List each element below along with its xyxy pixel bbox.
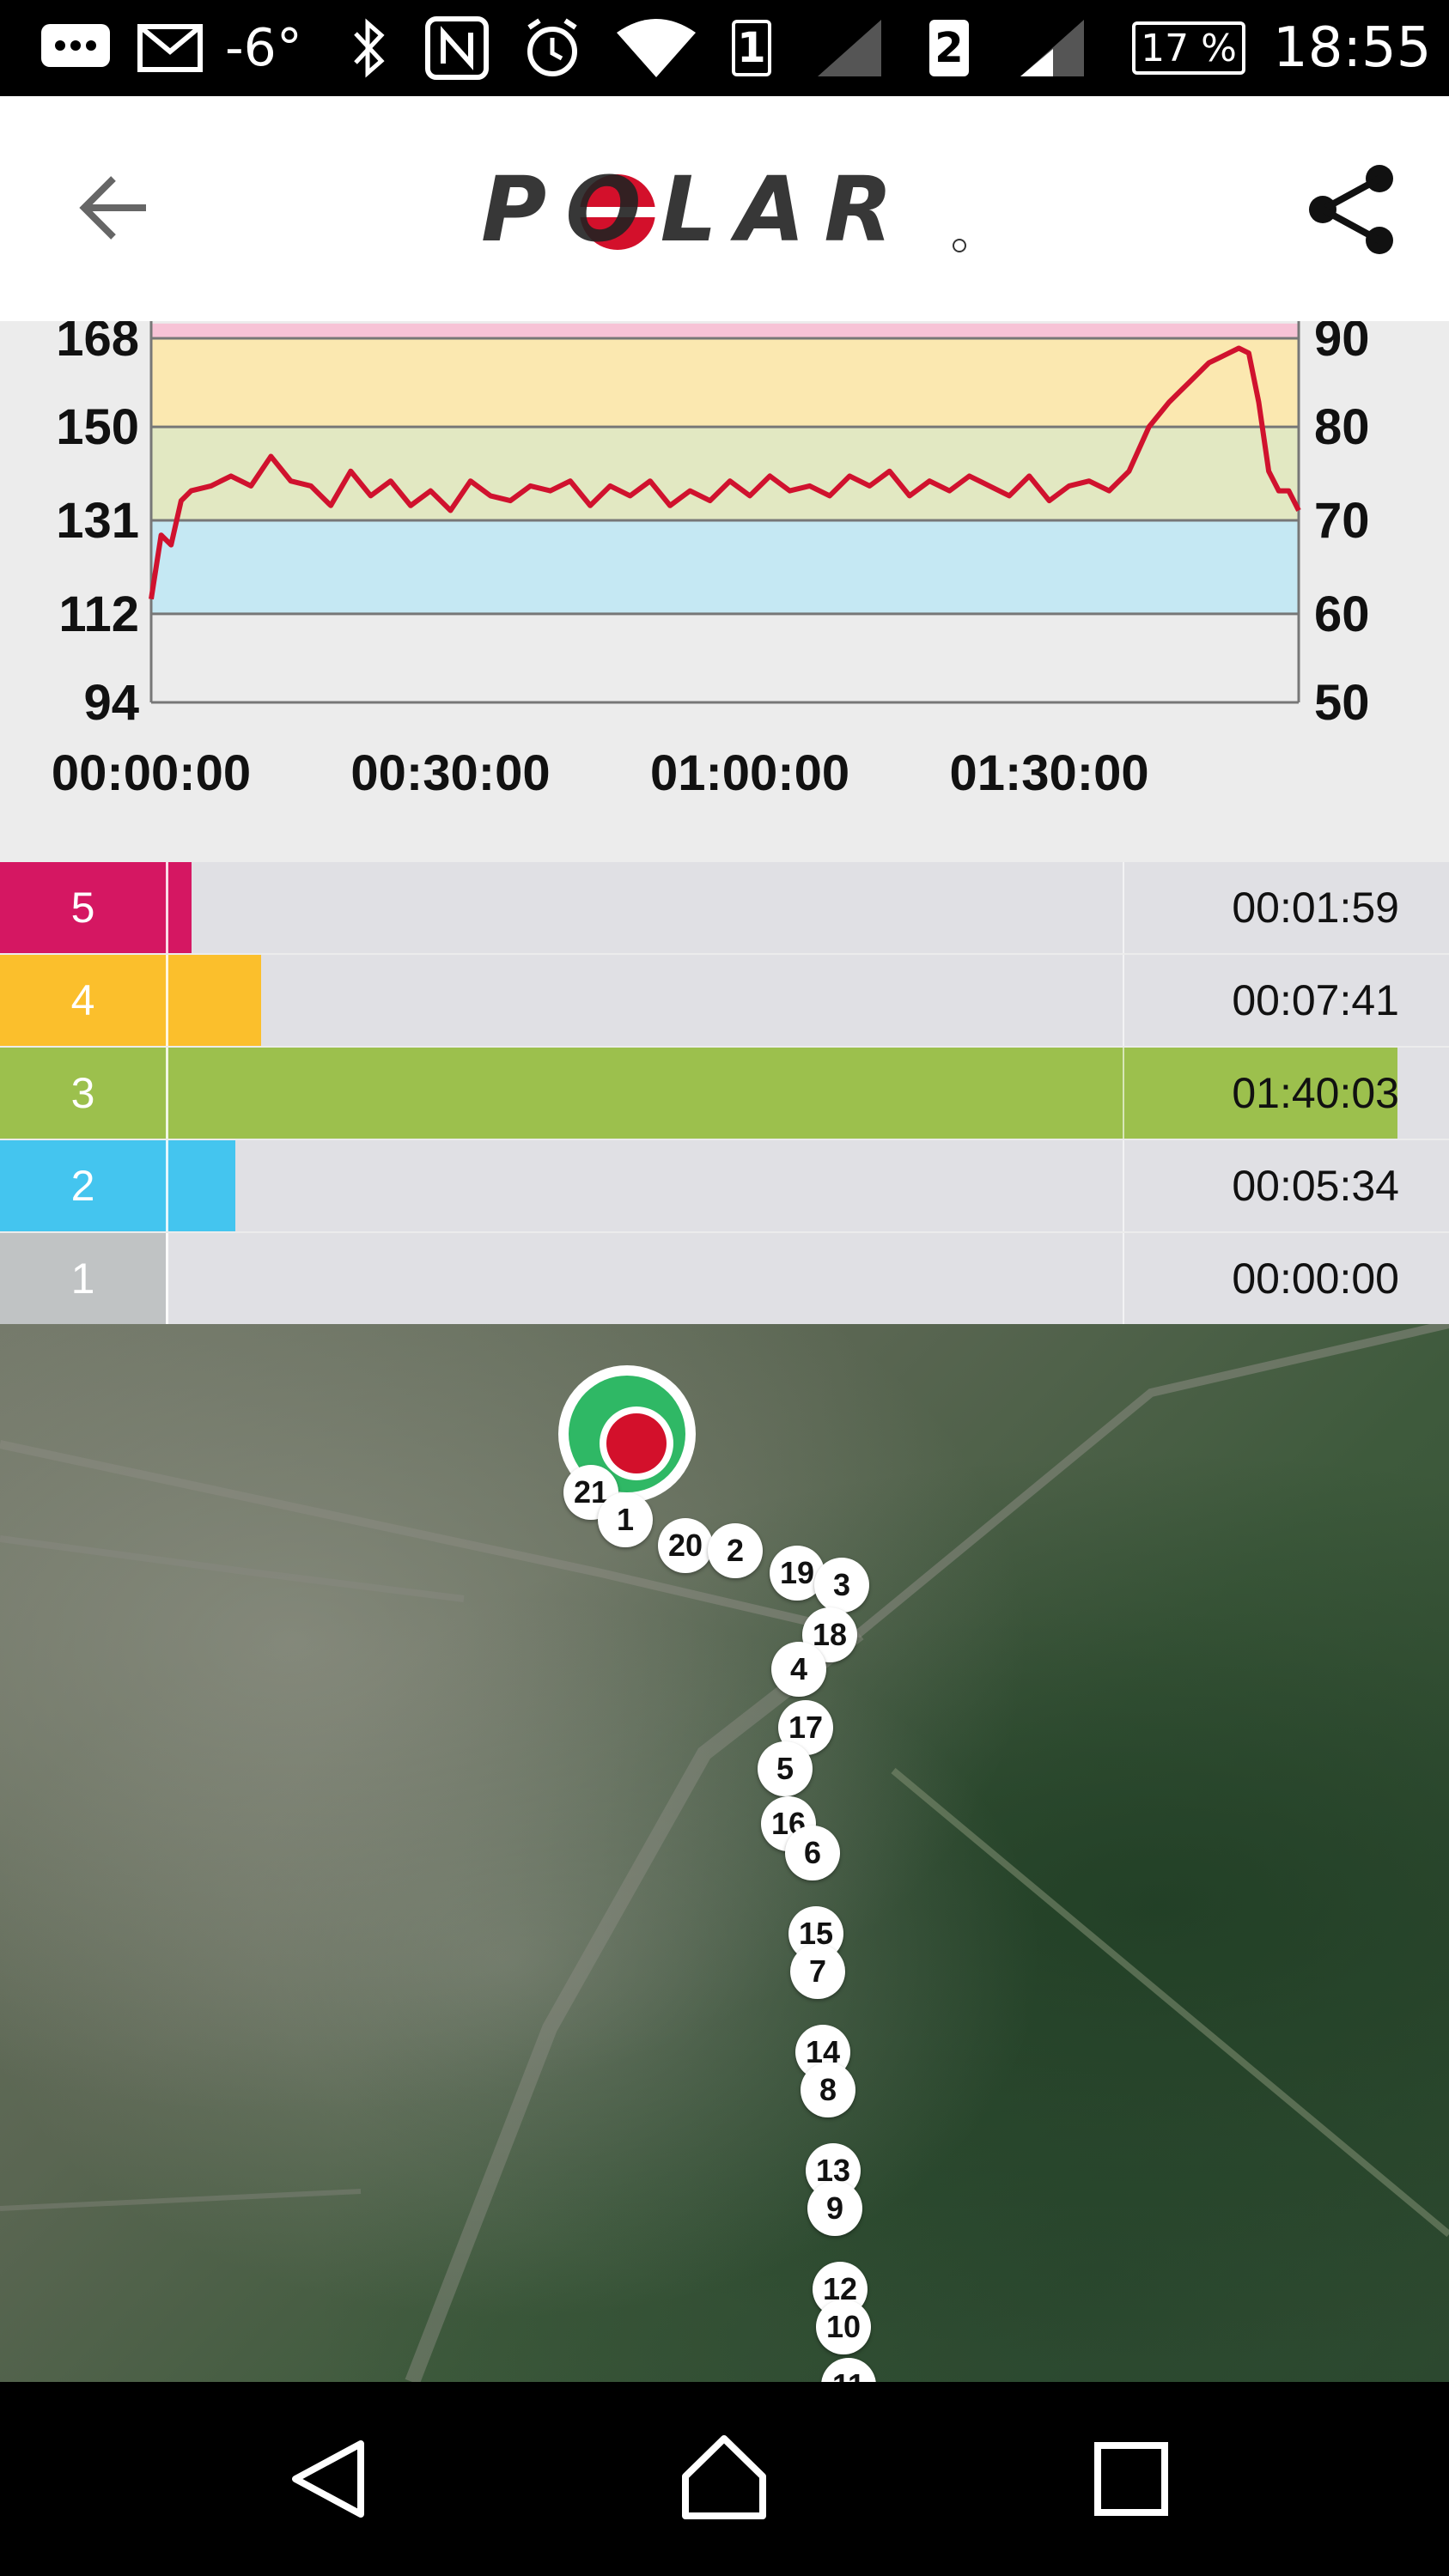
lap-marker[interactable]: 5 xyxy=(758,1741,813,1796)
nav-home-button[interactable] xyxy=(677,2430,771,2524)
y-tick-label-left: 150 xyxy=(56,399,139,455)
zone-row-5: 5 00:01:59 xyxy=(0,862,1449,953)
lap-marker[interactable]: 4 xyxy=(771,1642,826,1697)
polar-logo: POLAR xyxy=(481,157,971,262)
back-button[interactable] xyxy=(74,167,156,249)
lap-marker[interactable]: 6 xyxy=(785,1826,840,1880)
zone-time: 00:00:00 xyxy=(1232,1255,1399,1303)
signal-icon xyxy=(1019,0,1086,96)
sim1-badge: 1 xyxy=(732,0,771,96)
lap-marker[interactable]: 10 xyxy=(816,2300,871,2354)
x-tick-label: 01:00:00 xyxy=(650,745,849,801)
bluetooth-icon xyxy=(350,0,388,96)
start-dot-inner xyxy=(606,1413,667,1473)
y-tick-label-left: 131 xyxy=(56,493,139,549)
zone-divider xyxy=(1123,955,1124,1046)
y-tick-label-right: 60 xyxy=(1314,586,1370,642)
message-icon xyxy=(40,0,112,96)
lap-marker[interactable]: 2 xyxy=(708,1523,763,1578)
share-button[interactable] xyxy=(1300,158,1403,261)
heart-rate-zones: 5 00:01:59 4 00:07:41 3 01:40:03 2 00:05… xyxy=(0,862,1449,1324)
zone-band-5 xyxy=(151,323,1299,338)
lap-marker[interactable]: 7 xyxy=(790,1944,845,1999)
zone-row-3: 3 01:40:03 xyxy=(0,1048,1449,1139)
status-bar: -6° 1 2 17 % 18:55 xyxy=(0,0,1449,96)
temperature: -6° xyxy=(225,18,302,78)
zone-divider xyxy=(166,1233,168,1324)
y-tick-label-left: 112 xyxy=(58,586,139,642)
zone-divider xyxy=(166,955,168,1046)
x-tick-label: 00:30:00 xyxy=(350,745,550,801)
zone-bar xyxy=(166,1048,1397,1139)
heart-rate-chart: 168 150 131 112 94 90 80 70 60 50 00:00:00 00:30:00… xyxy=(0,311,1449,862)
zone-time: 00:05:34 xyxy=(1232,1162,1399,1210)
zone-divider xyxy=(1123,1140,1124,1231)
lap-marker[interactable]: 3 xyxy=(814,1558,869,1613)
lap-marker[interactable]: 9 xyxy=(807,2181,862,2236)
share-icon xyxy=(1309,165,1393,254)
x-tick-label: 01:30:00 xyxy=(949,745,1148,801)
zone-bar xyxy=(166,1140,235,1231)
zone-time: 01:40:03 xyxy=(1232,1069,1399,1117)
nav-back-icon xyxy=(292,2440,364,2518)
lap-marker[interactable]: 1 xyxy=(598,1492,653,1547)
lap-marker[interactable]: 20 xyxy=(658,1518,713,1573)
lap-marker[interactable]: 8 xyxy=(801,2063,855,2117)
zone-label: 5 xyxy=(0,862,166,953)
nav-recents-button[interactable] xyxy=(1084,2432,1178,2526)
nfc-icon xyxy=(424,0,490,96)
zone-bar xyxy=(166,862,192,953)
navigation-bar xyxy=(0,2382,1449,2576)
mail-icon xyxy=(137,0,203,96)
y-tick-label-right: 90 xyxy=(1314,321,1370,367)
zone-time: 00:07:41 xyxy=(1232,976,1399,1024)
zone-band-4 xyxy=(151,338,1299,428)
clock: 18:55 xyxy=(1273,16,1432,80)
zone-row-2: 2 00:05:34 xyxy=(0,1140,1449,1231)
toolbar: POLAR xyxy=(0,96,1449,321)
arrow-left-icon xyxy=(79,176,146,240)
x-tick-label: 00:00:00 xyxy=(52,745,251,801)
zone-time: 00:01:59 xyxy=(1232,884,1399,932)
zone-divider xyxy=(166,1140,168,1231)
heart-rate-chart-svg: 168 150 131 112 94 90 80 70 60 50 00:00:00 00:30:00… xyxy=(52,311,1370,801)
battery-icon: 17 % xyxy=(1132,0,1245,96)
zone-divider xyxy=(1123,1048,1124,1139)
zone-row-4: 4 00:07:41 xyxy=(0,955,1449,1046)
y-tick-label-left: 94 xyxy=(83,675,139,731)
y-tick-label-left: 168 xyxy=(56,321,139,367)
route-map[interactable]: 21 1 20 2 19 3 18 4 17 5 16 6 15 7 14 8 … xyxy=(0,1324,1449,2382)
zone-divider xyxy=(1123,1233,1124,1324)
y-tick-label-right: 50 xyxy=(1314,675,1370,731)
nav-recents-icon xyxy=(1094,2442,1168,2516)
wifi-icon xyxy=(615,0,697,96)
map-roads xyxy=(0,1324,1449,2382)
zone-bar xyxy=(166,955,261,1046)
zone-divider xyxy=(1123,862,1124,953)
y-tick-label-right: 80 xyxy=(1314,399,1370,455)
alarm-icon xyxy=(522,0,582,96)
logo-text: POLAR xyxy=(481,165,911,259)
y-tick-label-right: 70 xyxy=(1314,493,1370,549)
nav-back-button[interactable] xyxy=(283,2432,378,2526)
zone-divider xyxy=(166,1048,168,1139)
zone-label: 1 xyxy=(0,1233,166,1324)
zone-label: 2 xyxy=(0,1140,166,1231)
zone-row-1: 1 00:00:00 xyxy=(0,1233,1449,1324)
zone-label: 3 xyxy=(0,1048,166,1139)
signal-icon xyxy=(816,0,883,96)
nav-home-icon xyxy=(682,2435,766,2519)
zone-label: 4 xyxy=(0,955,166,1046)
battery-percent: 17 % xyxy=(1141,26,1237,70)
zone-band-2 xyxy=(151,520,1299,614)
zone-band-1 xyxy=(151,613,1299,702)
zone-divider xyxy=(166,862,168,953)
sim2-badge: 2 xyxy=(929,0,969,96)
